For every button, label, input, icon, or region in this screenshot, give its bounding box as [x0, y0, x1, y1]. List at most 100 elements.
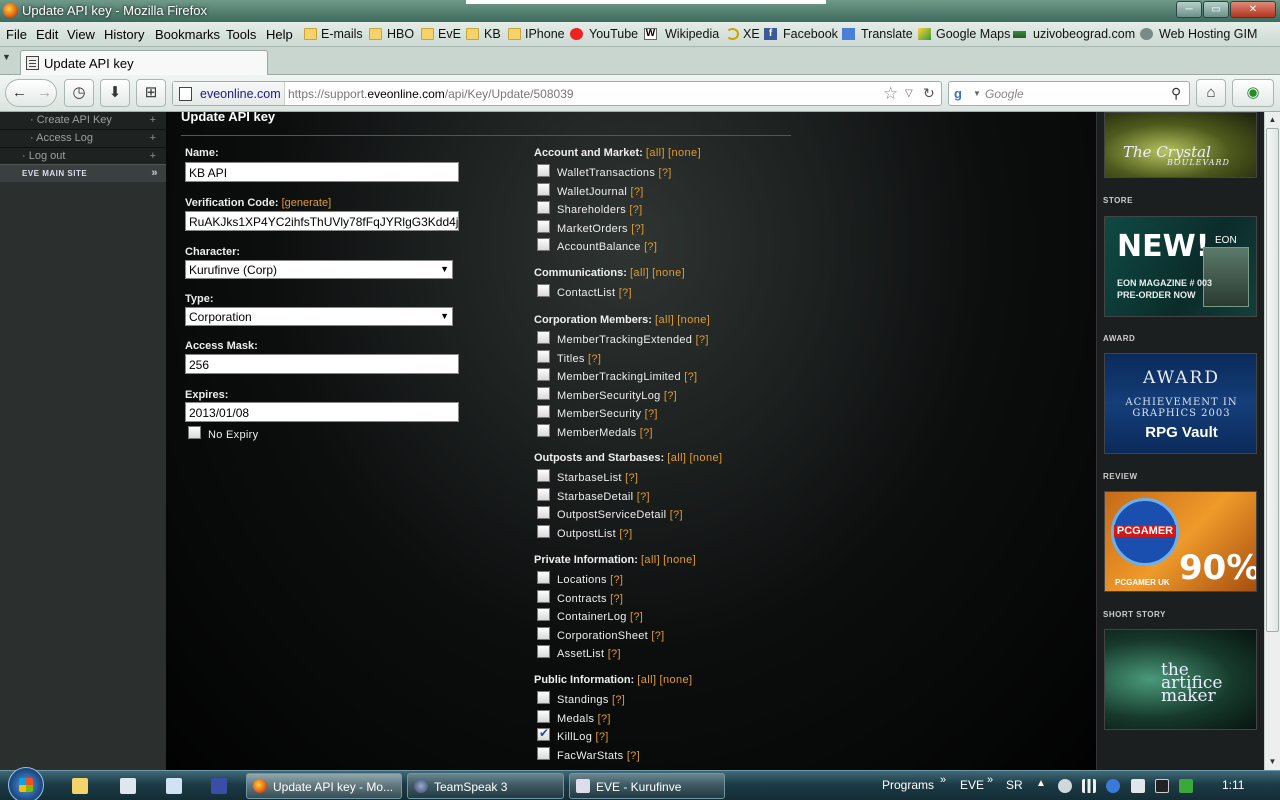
nav-eve-main-site[interactable]: EVE MAIN SITE » [0, 164, 166, 182]
select-none-link[interactable]: [none] [677, 314, 710, 326]
permission-checkbox[interactable] [537, 164, 550, 177]
select-all-link[interactable]: [all] [630, 267, 649, 279]
chevron-icon[interactable]: » [987, 774, 993, 786]
menu-help[interactable]: Help [266, 27, 293, 42]
help-link[interactable]: [?] [610, 593, 623, 605]
scrollbar-thumb[interactable] [1266, 128, 1279, 632]
verification-code-input[interactable]: RuAKJks1XP4YC2ihfsThUVly78fFqJYRlgG3Kdd4… [185, 211, 459, 231]
help-link[interactable]: [?] [658, 167, 671, 179]
permission-checkbox[interactable] [537, 331, 550, 344]
bookmark-wikipedia[interactable]: Wikipedia [665, 27, 719, 41]
bookmark-kb[interactable]: KB [484, 27, 501, 41]
search-bar[interactable]: g ▼ Google ⚲ [948, 81, 1190, 106]
tab-list-button[interactable]: ▼ [2, 52, 16, 68]
menu-history[interactable]: History [104, 27, 144, 42]
back-button[interactable]: ← → [5, 79, 57, 107]
google-icon[interactable]: g [954, 86, 962, 101]
toolbar-eve[interactable]: EVE [960, 778, 984, 792]
help-link[interactable]: [?] [684, 371, 697, 383]
tray-icon[interactable] [1179, 779, 1193, 793]
help-link[interactable]: [?] [631, 186, 644, 198]
bookmark-google-maps[interactable]: Google Maps [936, 27, 1010, 41]
bookmark-hbo[interactable]: HBO [387, 27, 414, 41]
vertical-scrollbar[interactable]: ▲ ▼ [1264, 112, 1280, 770]
search-icon[interactable]: ⚲ [1171, 85, 1181, 102]
access-mask-input[interactable]: 256 [185, 354, 459, 374]
help-link[interactable]: [?] [612, 694, 625, 706]
addons-button[interactable]: ⊞ [136, 79, 166, 107]
permission-checkbox[interactable] [537, 709, 550, 723]
type-select[interactable]: Corporation ▼ [185, 307, 453, 326]
permission-checkbox[interactable] [537, 691, 550, 704]
help-link[interactable]: [?] [595, 731, 608, 743]
permission-checkbox[interactable] [537, 349, 550, 363]
select-none-link[interactable]: [none] [652, 267, 685, 279]
menu-bookmarks[interactable]: Bookmarks [155, 27, 220, 42]
review-banner[interactable]: PCGAMER 90% PCGAMER UK [1104, 491, 1257, 592]
home-button[interactable]: ⌂ [1196, 79, 1226, 107]
select-all-link[interactable]: [all] [646, 147, 665, 159]
tab-update-api-key[interactable]: Update API key [20, 50, 268, 75]
permission-checkbox[interactable] [537, 424, 550, 437]
help-link[interactable]: [?] [630, 611, 643, 623]
volume-icon[interactable] [1058, 779, 1072, 793]
expires-input[interactable]: 2013/01/08 [185, 402, 459, 422]
chevron-icon[interactable]: » [940, 774, 946, 786]
taskbar-firefox[interactable]: Update API key - Mo... [246, 773, 402, 799]
notepad-icon[interactable] [120, 778, 136, 794]
select-all-link[interactable]: [all] [667, 452, 686, 464]
bookmark-web-hosting[interactable]: Web Hosting GIM [1159, 27, 1257, 41]
url-dropdown-icon[interactable]: ▽ [905, 88, 913, 99]
permission-checkbox[interactable] [537, 506, 550, 520]
explorer-icon[interactable] [72, 778, 88, 794]
character-select[interactable]: Kurufinve (Corp) ▼ [185, 260, 453, 279]
award-banner[interactable]: AWARD ACHIEVEMENT IN GRAPHICS 2003 RPG V… [1104, 353, 1257, 454]
help-link[interactable]: [?] [598, 713, 611, 725]
help-link[interactable]: [?] [664, 390, 677, 402]
close-button[interactable]: ✕ [1230, 1, 1276, 18]
help-link[interactable]: [?] [619, 528, 632, 540]
reload-icon[interactable]: ↻ [923, 85, 935, 102]
help-link[interactable]: [?] [637, 491, 650, 503]
help-link[interactable]: [?] [631, 223, 644, 235]
minimize-button[interactable]: ─ [1176, 1, 1202, 18]
nav-access-log[interactable]: · Access Log + [0, 130, 166, 148]
select-none-link[interactable]: [none] [689, 452, 722, 464]
help-link[interactable]: [?] [651, 630, 664, 642]
help-link[interactable]: [?] [625, 472, 638, 484]
permission-checkbox[interactable] [537, 284, 550, 297]
select-all-link[interactable]: [all] [641, 554, 660, 566]
permission-checkbox[interactable] [537, 524, 550, 538]
bookmark-star-icon[interactable]: ☆ [883, 84, 898, 104]
permission-checkbox[interactable] [537, 405, 550, 419]
select-none-link[interactable]: [none] [663, 554, 696, 566]
taskbar-eve[interactable]: EVE - Kurufinve [569, 773, 725, 799]
select-all-link[interactable]: [all] [637, 674, 656, 686]
network-icon[interactable] [1082, 779, 1096, 793]
tray-icon[interactable] [1155, 779, 1169, 793]
maximize-button[interactable]: ▭ [1203, 1, 1229, 18]
permission-checkbox[interactable] [537, 589, 550, 603]
bookmark-uzivobeograd[interactable]: uzivobeograd.com [1033, 27, 1135, 41]
permission-checkbox[interactable] [537, 746, 550, 760]
help-link[interactable]: [?] [627, 750, 640, 762]
no-expiry-checkbox[interactable] [188, 426, 201, 439]
help-link[interactable]: [?] [670, 509, 683, 521]
short-story-banner[interactable]: the artifice maker [1104, 629, 1257, 730]
help-link[interactable]: [?] [629, 204, 642, 216]
permission-checkbox[interactable] [537, 368, 550, 382]
scroll-down-icon[interactable]: ▼ [1265, 754, 1280, 770]
permission-checkbox[interactable] [537, 726, 550, 742]
history-button[interactable]: ◷ [64, 79, 94, 107]
permission-checkbox[interactable] [537, 201, 550, 215]
help-link[interactable]: [?] [610, 574, 623, 586]
permission-checkbox[interactable] [537, 469, 550, 482]
menu-file[interactable]: File [6, 27, 27, 42]
site-identity-button[interactable]: eveonline.com [173, 82, 285, 105]
permission-checkbox[interactable] [537, 608, 550, 622]
help-link[interactable]: [?] [608, 648, 621, 660]
help-link[interactable]: [?] [645, 408, 658, 420]
menu-view[interactable]: View [67, 27, 95, 42]
start-button[interactable] [8, 767, 44, 800]
downloads-button[interactable]: ⬇ [100, 79, 130, 107]
